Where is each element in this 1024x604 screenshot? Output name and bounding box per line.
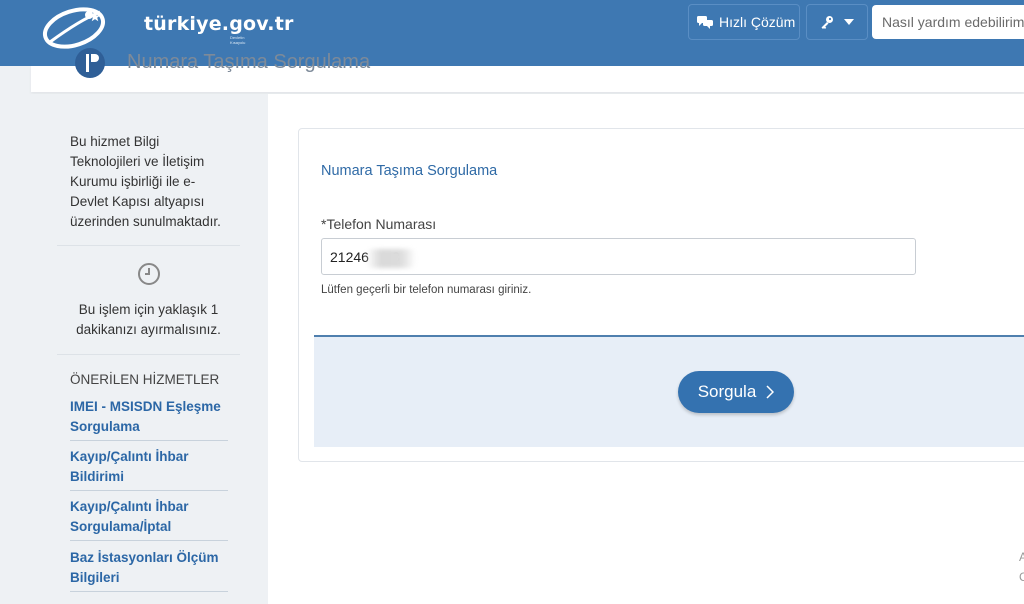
logo-text: türkiye.gov.tr	[144, 13, 294, 35]
service-divider	[70, 490, 228, 491]
search-input[interactable]	[872, 5, 1024, 39]
page-title-bar: Numara Taşıma Sorgulama	[31, 48, 1024, 92]
suggested-service-link[interactable]: Kayıp/Çalıntı İhbar Sorgulama/İptal	[70, 497, 228, 537]
logo-subtext: Devletin Kısayolu	[230, 35, 246, 45]
service-divider	[70, 440, 228, 441]
suggested-service-link[interactable]: IMEI - MSISDN Eşleşme Sorgulama	[70, 397, 228, 437]
service-divider	[70, 591, 228, 592]
form-actions: Sorgula	[314, 335, 1024, 447]
logo-swoosh-icon	[42, 7, 106, 49]
service-provider-info: Bu hizmet Bilgi Teknolojileri ve İletişi…	[70, 134, 221, 229]
chevron-down-icon	[844, 19, 854, 25]
truncated-text: C	[1019, 570, 1024, 584]
clock-icon	[138, 263, 160, 285]
form-title: Numara Taşıma Sorgulama	[321, 163, 498, 179]
key-icon	[821, 16, 833, 29]
login-dropdown-button[interactable]	[806, 4, 868, 40]
sidebar-divider	[57, 354, 240, 355]
phone-number-help: Lütfen geçerli bir telefon numarası giri…	[321, 284, 532, 296]
redacted-digits-mask	[366, 249, 416, 268]
suggested-service-link[interactable]: Baz İstasyonları Ölçüm Bilgileri	[70, 548, 228, 588]
query-form-card: Numara Taşıma Sorgulama *Telefon Numaras…	[298, 128, 1024, 462]
chat-bubbles-icon	[697, 16, 713, 29]
sidebar: Bu hizmet Bilgi Teknolojileri ve İletişi…	[31, 94, 268, 604]
chevron-right-icon	[766, 385, 775, 399]
submit-label: Sorgula	[697, 382, 757, 401]
duration-info: Bu işlem için yaklaşık 1 dakikanızı ayır…	[76, 302, 221, 337]
query-submit-button[interactable]: Sorgula	[678, 371, 794, 413]
institution-logo-icon	[75, 48, 105, 78]
suggested-services-heading: ÖNERİLEN HİZMETLER	[70, 372, 220, 387]
truncated-text: A	[1019, 550, 1024, 564]
page-title: Numara Taşıma Sorgulama	[127, 51, 371, 73]
service-divider	[70, 540, 228, 541]
quick-solution-button[interactable]: Hızlı Çözüm	[688, 4, 800, 40]
quick-solution-label: Hızlı Çözüm	[719, 14, 796, 30]
suggested-service-link[interactable]: Kayıp/Çalıntı İhbar Bildirimi	[70, 447, 228, 487]
phone-number-label: *Telefon Numarası	[321, 216, 437, 232]
turkiye-gov-logo[interactable]: türkiye.gov.tr Devletin Kısayolu	[40, 2, 293, 54]
sidebar-divider	[57, 245, 240, 246]
